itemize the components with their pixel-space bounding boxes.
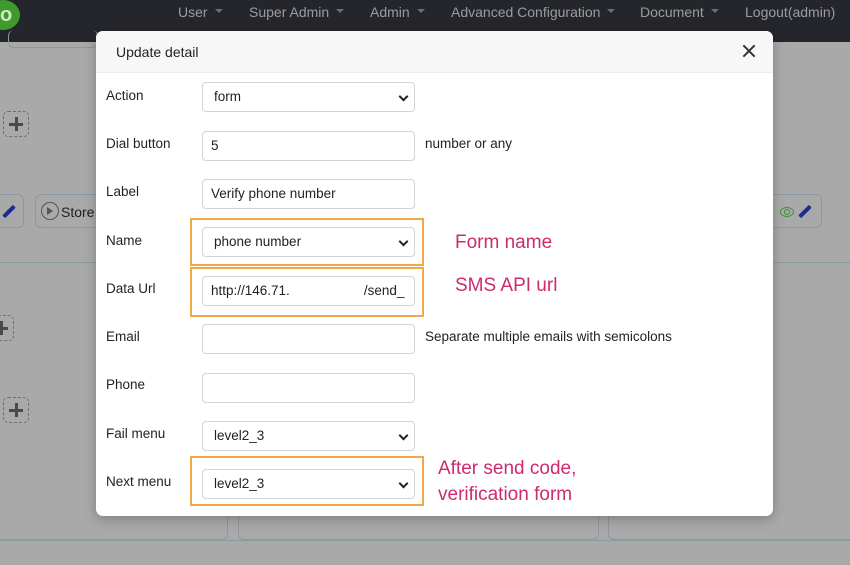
next-menu-select[interactable]: level2_3: [202, 469, 415, 499]
chevron-down-icon: [398, 430, 409, 441]
email-label: Email: [106, 329, 140, 344]
data-url-label: Data Url: [106, 281, 156, 296]
play-circle-icon: [41, 202, 59, 220]
name-label: Name: [106, 233, 143, 248]
name-value: phone number: [214, 234, 302, 249]
logo-text: o: [0, 4, 13, 26]
nav-super-admin-label: Super Admin: [249, 4, 330, 20]
divider: [0, 540, 850, 541]
store-button[interactable]: Store: [35, 194, 105, 228]
plus-icon[interactable]: [0, 315, 14, 341]
next-menu-label: Next menu: [106, 474, 172, 489]
chevron-down-icon: [398, 478, 409, 489]
annotation-sms-api-url: SMS API url: [455, 275, 558, 296]
nav-super-admin[interactable]: Super Admin: [249, 4, 345, 20]
modal-header: Update detail: [96, 31, 773, 73]
action-select[interactable]: form: [202, 82, 415, 112]
dial-button-input[interactable]: 5: [202, 131, 415, 161]
dial-button-helper: number or any: [425, 136, 513, 151]
eye-icon[interactable]: [780, 207, 794, 217]
store-button-label: Store: [61, 204, 95, 220]
fail-menu-label: Fail menu: [106, 426, 166, 441]
caret-down-icon: [416, 9, 425, 14]
label-value: Verify phone number: [211, 186, 336, 201]
annotation-next-menu-line2: verification form: [438, 484, 573, 505]
background-panel: [8, 30, 98, 48]
dial-button-value: 5: [211, 138, 219, 153]
edit-button[interactable]: [0, 194, 24, 228]
nav-admin-label: Admin: [370, 4, 410, 20]
phone-label: Phone: [106, 377, 146, 392]
annotation-next-menu-line1: After send code,: [438, 458, 577, 479]
plus-icon[interactable]: [3, 397, 29, 423]
data-url-input[interactable]: http://146.71. /send_: [202, 276, 415, 306]
caret-down-icon: [710, 9, 719, 14]
nav-logout[interactable]: Logout(admin): [745, 4, 835, 20]
annotation-form-name: Form name: [455, 232, 553, 253]
nav-document-label: Document: [640, 4, 704, 20]
fail-menu-value: level2_3: [214, 428, 265, 443]
caret-down-icon: [336, 9, 345, 14]
next-menu-value: level2_3: [214, 476, 265, 491]
name-select[interactable]: phone number: [202, 227, 415, 257]
pencil-icon[interactable]: [798, 204, 812, 219]
phone-input[interactable]: [202, 373, 415, 403]
email-helper: Separate multiple emails with semicolons: [425, 329, 672, 344]
email-input[interactable]: [202, 324, 415, 354]
caret-down-icon: [607, 9, 616, 14]
nav-advanced-configuration-label: Advanced Configuration: [451, 4, 601, 20]
data-url-value-start: http://146.71.: [211, 283, 290, 298]
nav-user[interactable]: User: [178, 4, 223, 20]
dial-button-label: Dial button: [106, 136, 171, 151]
chevron-down-icon: [398, 236, 409, 247]
nav-admin[interactable]: Admin: [370, 4, 425, 20]
action-value: form: [214, 89, 241, 104]
close-icon[interactable]: [739, 41, 759, 61]
update-detail-modal: Update detail Action form Dial button 5 …: [96, 31, 773, 516]
nav-advanced-configuration[interactable]: Advanced Configuration: [451, 4, 616, 20]
app-logo[interactable]: o: [0, 0, 20, 30]
chevron-down-icon: [398, 91, 409, 102]
label-input[interactable]: Verify phone number: [202, 179, 415, 209]
nav-user-label: User: [178, 4, 208, 20]
pencil-icon: [2, 204, 16, 219]
nav-logout-label: Logout(admin): [745, 4, 836, 20]
data-url-value-end: /send_: [363, 283, 405, 298]
caret-down-icon: [214, 9, 223, 14]
plus-icon[interactable]: [3, 111, 29, 137]
modal-title: Update detail: [116, 44, 199, 60]
nav-document[interactable]: Document: [640, 4, 719, 20]
action-label: Action: [106, 88, 144, 103]
fail-menu-select[interactable]: level2_3: [202, 421, 415, 451]
label-label: Label: [106, 184, 140, 199]
